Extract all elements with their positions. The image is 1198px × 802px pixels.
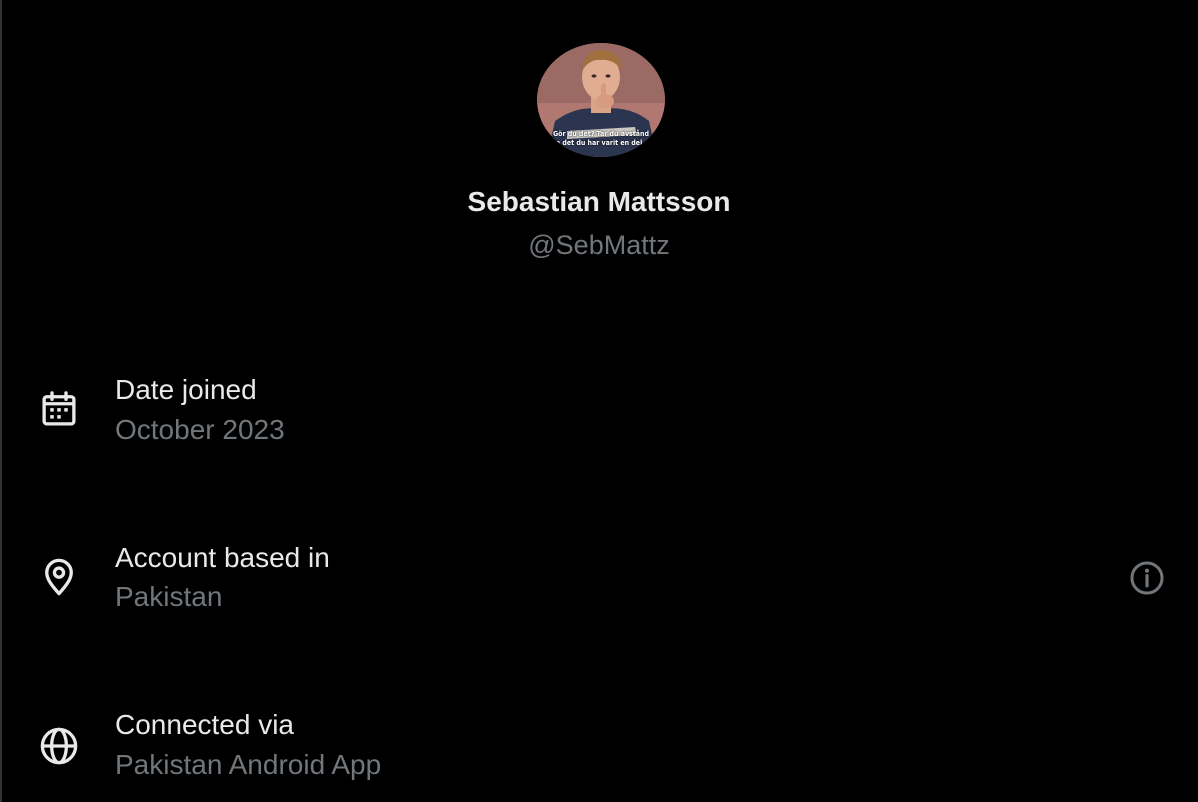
info-icon[interactable] xyxy=(1128,559,1166,597)
connected-via-label: Connected via xyxy=(115,709,295,740)
display-name: Sebastian Mattsson xyxy=(467,186,731,217)
avatar-caption: Gör du det? Tar du avstånd från det du h… xyxy=(545,130,657,147)
calendar-icon xyxy=(42,391,76,426)
globe-icon xyxy=(40,727,78,765)
account-based-in-value: Pakistan xyxy=(115,581,223,612)
account-based-in-label: Account based in xyxy=(115,542,330,573)
username-handle: @SebMattz xyxy=(528,230,670,260)
account-based-in-row: Account based in Pakistan xyxy=(0,538,1198,618)
date-joined-label: Date joined xyxy=(115,374,257,405)
connected-via-value: Pakistan Android App xyxy=(115,749,382,780)
avatar[interactable]: Gör du det? Tar du avstånd från det du h… xyxy=(537,43,665,157)
date-joined-row: Date joined October 2023 xyxy=(0,370,1198,450)
location-pin-icon xyxy=(45,558,73,596)
date-joined-value: October 2023 xyxy=(115,414,285,445)
connected-via-row: Connected via Pakistan Android App xyxy=(0,705,1198,785)
